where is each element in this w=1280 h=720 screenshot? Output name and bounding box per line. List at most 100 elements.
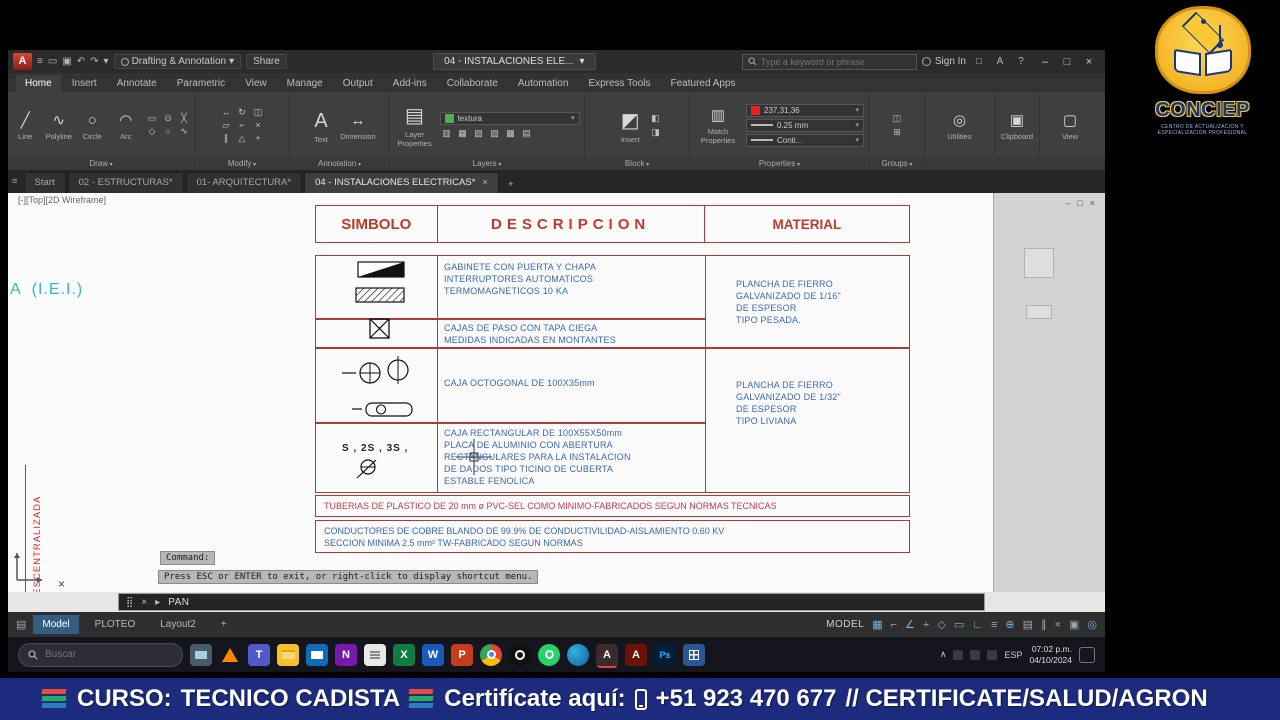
panel-label-layers[interactable]: Layers	[390, 158, 585, 170]
ortho-icon[interactable]: ∟	[972, 619, 983, 631]
panel-label-annotation[interactable]: Annotation	[290, 158, 390, 170]
modify-tool-icon[interactable]: ◫	[251, 107, 265, 118]
layer-tool-icon[interactable]: ▤	[520, 128, 534, 139]
tray-expand-icon[interactable]: ∧	[940, 649, 947, 660]
modify-tool-icon[interactable]: ⌐	[235, 120, 249, 131]
acrobat-icon[interactable]: A	[625, 643, 647, 666]
draw-tool-icon[interactable]: ◇	[145, 126, 159, 137]
draw-tool-icon[interactable]: ╳	[177, 113, 191, 124]
lineweight-icon[interactable]: ▭	[954, 618, 964, 631]
draw-tool-icon[interactable]: ⊙	[161, 113, 175, 124]
close-icon[interactable]: ×	[1078, 56, 1100, 68]
qat-undo-icon[interactable]: ↶	[77, 56, 85, 67]
language-indicator[interactable]: ESP	[1004, 650, 1022, 660]
layer-tool-icon[interactable]: ▦	[456, 128, 470, 139]
polyline-tool[interactable]: ∿ Polyline	[45, 109, 74, 142]
file-tab-arquitectura[interactable]: 01- ARQUITECTURA*	[185, 172, 303, 193]
annotation-icon[interactable]: ▤	[1023, 618, 1033, 631]
isolate-icon[interactable]: ×	[1055, 619, 1061, 631]
tab-collaborate[interactable]: Collaborate	[438, 75, 507, 92]
draw-tool-icon[interactable]: ▭	[145, 113, 159, 124]
notification-icon[interactable]: A	[992, 56, 1008, 67]
layout-tab-ploteo[interactable]: PLOTEO	[86, 615, 145, 634]
layer-tool-icon[interactable]: ▩	[504, 128, 518, 139]
tab-addins[interactable]: Add-ins	[384, 75, 436, 92]
panel-label-block[interactable]: Block	[585, 158, 690, 170]
excel-icon[interactable]: X	[393, 643, 415, 666]
file-tab-start[interactable]: Start	[23, 172, 66, 193]
palette-close-icon[interactable]: ×	[1090, 198, 1095, 208]
group-tool-icon[interactable]: ◫	[893, 113, 902, 124]
panel-label-draw[interactable]: Draw	[8, 158, 195, 170]
command-line[interactable]: ⣿ × ▸ PAN	[118, 593, 985, 611]
modify-tool-icon[interactable]: ↻	[235, 107, 249, 118]
customize-icon[interactable]: ◎	[1087, 618, 1097, 631]
network-icon[interactable]	[953, 649, 964, 660]
dynamic-input-icon[interactable]: +	[923, 619, 929, 631]
draw-tool-icon[interactable]: ∿	[177, 126, 191, 137]
desktop-app-icon[interactable]	[190, 643, 212, 666]
transparency-icon[interactable]: ≡	[991, 619, 997, 631]
qat-redo-icon[interactable]: ↷	[90, 56, 98, 67]
tab-featured-apps[interactable]: Featured Apps	[662, 75, 745, 92]
file-tab-instalaciones[interactable]: 04 - INSTALACIONES ELECTRICAS* ×	[304, 172, 499, 193]
layer-tool-icon[interactable]: ▧	[472, 128, 486, 139]
help-icon[interactable]: ?	[1013, 56, 1029, 67]
polar-tracking-icon[interactable]: ∠	[905, 618, 915, 631]
drawing-area[interactable]: [-][Top][2D Wireframe] A (I.E.I.) A DESC…	[8, 193, 1105, 592]
onenote-icon[interactable]: N	[335, 643, 357, 666]
isodraft-icon[interactable]: ◇	[937, 618, 945, 631]
workspace-switcher[interactable]: Drafting & Annotation ▾	[113, 54, 242, 69]
taskbar-clock[interactable]: 07:02 p.m. 04/10/2024	[1029, 644, 1072, 665]
minimize-icon[interactable]: –	[1034, 56, 1056, 68]
new-layout-button[interactable]: +	[212, 615, 236, 634]
close-icon[interactable]: ×	[141, 597, 147, 608]
volume-icon[interactable]	[970, 649, 981, 660]
panel-label-properties[interactable]: Properties	[690, 158, 870, 170]
qat-save-icon[interactable]: ▣	[62, 56, 71, 67]
restore-icon[interactable]: □	[1056, 56, 1078, 68]
share-button[interactable]: Share	[246, 54, 287, 69]
layout-menu-icon[interactable]: ▤	[16, 618, 26, 631]
group-tool-icon[interactable]: ⊞	[893, 127, 902, 138]
tab-home[interactable]: Home	[16, 75, 61, 92]
modify-tool-icon[interactable]: △	[235, 133, 249, 144]
taskbar-search-input[interactable]	[45, 649, 163, 660]
lineweight-dropdown[interactable]: 0.25 mm ▾	[746, 118, 864, 132]
linetype-dropdown[interactable]: Conti... ▾	[746, 133, 864, 147]
utilities-tool[interactable]: ◎ Utilities	[938, 109, 982, 142]
modify-tool-icon[interactable]: +	[251, 133, 265, 144]
obs-icon[interactable]	[509, 643, 531, 666]
palette-panel-icon[interactable]: □	[1077, 198, 1082, 208]
notification-center-icon[interactable]	[1079, 646, 1095, 663]
viewport-controls[interactable]: [-][Top][2D Wireframe]	[18, 195, 106, 205]
grid-icon[interactable]: ▦	[872, 618, 882, 631]
layer-properties-tool[interactable]: ▤ Layer Properties	[395, 101, 435, 148]
clipboard-tool[interactable]: ▣ Clipboard	[998, 109, 1036, 142]
insert-block-tool[interactable]: ◩ Insert	[614, 106, 646, 145]
block-tool-icon[interactable]: ◨	[651, 127, 660, 138]
edge-icon[interactable]	[567, 643, 589, 666]
photoshop-icon[interactable]: Ps	[654, 643, 676, 666]
taskbar-search[interactable]	[18, 642, 183, 667]
dimension-tool[interactable]: ↔ Dimension	[340, 109, 375, 142]
space-indicator[interactable]: MODEL	[826, 619, 864, 630]
palette-thumbnail[interactable]	[1024, 248, 1054, 278]
draw-tool-icon[interactable]: ○	[161, 126, 175, 137]
object-color-dropdown[interactable]: 237,31,36 ▾	[746, 103, 864, 117]
qat-new-icon[interactable]: ▭	[48, 56, 57, 67]
vlc-icon[interactable]	[219, 644, 241, 666]
outlook-icon[interactable]	[306, 643, 328, 666]
autocad-app-button[interactable]: A	[13, 53, 32, 70]
palette-minimize-icon[interactable]: –	[1065, 198, 1070, 208]
sign-in-button[interactable]: Sign In	[921, 56, 966, 67]
tab-output[interactable]: Output	[334, 75, 382, 92]
text-tool[interactable]: A Text	[305, 106, 337, 145]
tab-manage[interactable]: Manage	[278, 75, 332, 92]
layer-dropdown[interactable]: textura ▾	[439, 111, 580, 125]
teams-icon[interactable]: T	[248, 643, 270, 666]
close-icon[interactable]: ×	[482, 177, 488, 188]
drag-handle-icon[interactable]: ⣿	[126, 597, 133, 608]
tab-view[interactable]: View	[236, 75, 276, 92]
layout-tab-layout2[interactable]: Layout2	[151, 615, 205, 634]
